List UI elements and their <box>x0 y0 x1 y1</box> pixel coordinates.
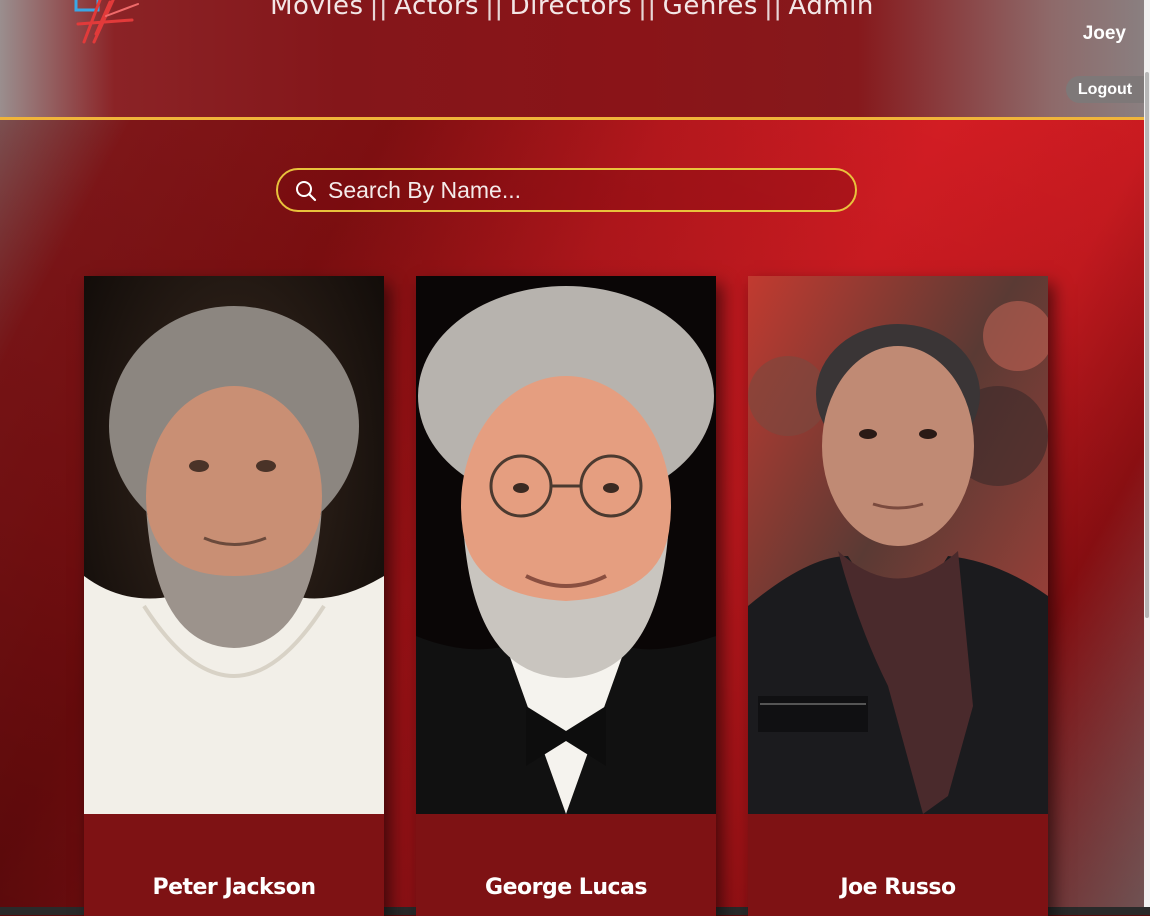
nav-movies[interactable]: Movies <box>270 0 364 21</box>
nav-separator: || <box>763 0 783 21</box>
director-card[interactable]: Joe Russo <box>748 276 1048 916</box>
search-icon <box>296 181 317 202</box>
nav-separator: || <box>638 0 657 21</box>
director-photo <box>84 276 384 814</box>
director-card[interactable]: Peter Jackson <box>84 276 384 916</box>
main-nav: Movies || Actors || Directors || Genres || Admin <box>0 0 1144 21</box>
director-name: Joe Russo <box>840 875 956 900</box>
username: Joey <box>1082 23 1126 44</box>
nav-separator: || <box>485 0 504 21</box>
nav-separator: || <box>369 0 389 21</box>
search-bar <box>276 168 857 212</box>
search-input[interactable] <box>328 174 828 206</box>
top-header: Movies || Actors || Directors || Genres || Admin… <box>0 0 1144 120</box>
director-card[interactable]: George Lucas <box>416 276 716 916</box>
director-photo <box>416 276 716 814</box>
director-name: George Lucas <box>485 875 647 900</box>
nav-actors[interactable]: Actors <box>394 0 479 21</box>
director-name: Peter Jackson <box>152 875 316 900</box>
nav-genres[interactable]: Genres <box>663 0 758 21</box>
nav-admin[interactable]: Admin <box>789 0 874 21</box>
scrollbar-thumb[interactable] <box>1145 72 1149 618</box>
nav-directors[interactable]: Directors <box>510 0 633 21</box>
logout-button[interactable]: Logout <box>1066 76 1144 103</box>
director-photo <box>748 276 1048 814</box>
